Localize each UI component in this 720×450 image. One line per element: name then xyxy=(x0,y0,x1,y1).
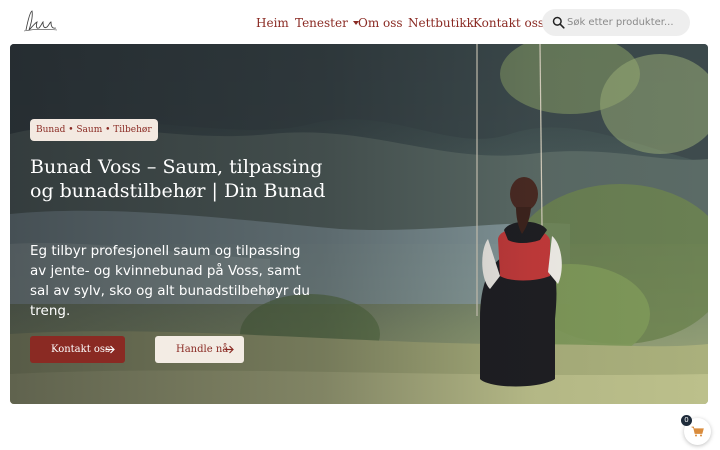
cart-button[interactable]: 0 xyxy=(681,415,711,445)
shop-button-label: Handle nå xyxy=(176,344,229,355)
cart-icon xyxy=(691,426,704,437)
arrow-right-icon xyxy=(105,345,115,354)
hero-description: Eg tilbyr profesjonell saum og tilpassin… xyxy=(30,243,310,319)
hero-banner: Bunad • Saum • Tilbehør Bunad Voss – Sau… xyxy=(10,44,708,404)
site-header: Heim Tenester Om oss Nettbutikk Kontakt … xyxy=(0,0,720,44)
search-input[interactable] xyxy=(567,14,682,31)
contact-button[interactable]: Kontakt oss xyxy=(30,336,125,363)
shop-button[interactable]: Handle nå xyxy=(155,336,244,363)
nav-item-nettbutikk[interactable]: Nettbutikk xyxy=(408,14,474,32)
nav-item-tenester-label: Tenester xyxy=(295,16,348,30)
nav-item-heim[interactable]: Heim xyxy=(256,14,289,32)
hero-title: Bunad Voss – Saum, tilpassing og bunadst… xyxy=(30,156,326,202)
search-box xyxy=(542,9,690,36)
arrow-right-icon xyxy=(224,345,234,354)
nav-item-om-oss[interactable]: Om oss xyxy=(358,14,403,32)
contact-button-label: Kontakt oss xyxy=(51,344,111,355)
nav-item-kontakt-oss[interactable]: Kontakt oss xyxy=(473,14,544,32)
cart-count-badge: 0 xyxy=(681,415,692,426)
hero-badge: Bunad • Saum • Tilbehør xyxy=(30,119,158,141)
nav-item-tenester[interactable]: Tenester xyxy=(295,14,359,32)
search-icon[interactable] xyxy=(552,16,565,29)
